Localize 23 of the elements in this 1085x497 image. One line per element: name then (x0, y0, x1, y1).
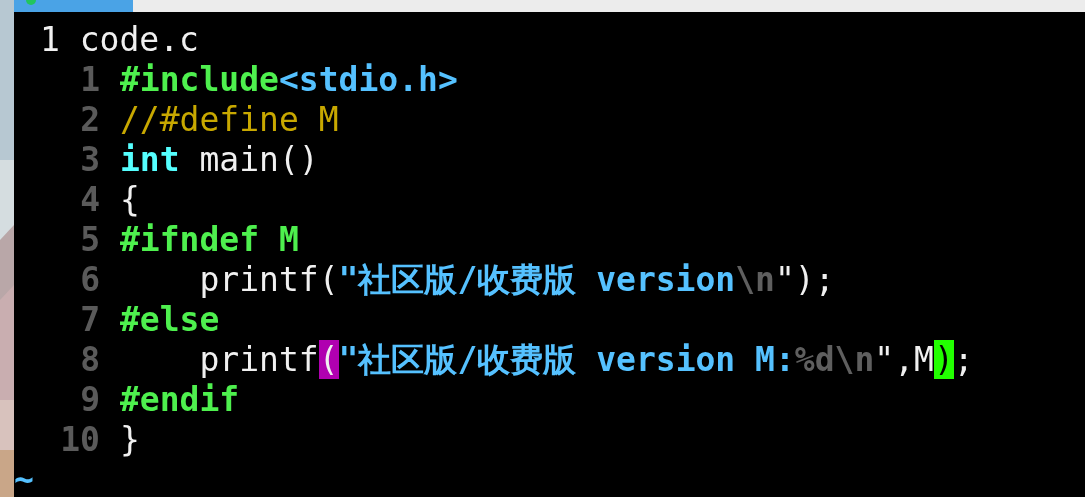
code-line: #include<stdio.h> (120, 60, 458, 100)
line-number: 2 (79, 100, 100, 140)
line-number: 1 (79, 60, 100, 100)
code-line: #else (120, 300, 220, 340)
line-number: 3 (79, 140, 100, 180)
code-line: printf("社区版/收费版 version\n"); (198, 260, 835, 300)
line-number: 6 (79, 260, 100, 300)
filler-line: ~ (14, 460, 34, 497)
code-line: } (120, 420, 140, 460)
code-line: { (120, 180, 140, 220)
line-number: 4 (79, 180, 100, 220)
line-number: 7 (79, 300, 100, 340)
code-line: printf("社区版/收费版 version M:%d\n",M); (198, 340, 974, 380)
code-line: #endif (120, 380, 240, 420)
code-line: int main() (120, 140, 319, 180)
line-number: 9 (79, 380, 100, 420)
line-number: 5 (79, 220, 100, 260)
line-number: 8 (79, 340, 100, 380)
code-line: //#define M (120, 100, 339, 140)
terminal-tab[interactable] (14, 0, 133, 12)
line-number: 10 (59, 420, 100, 460)
code-line: #ifndef M (120, 220, 299, 260)
buffer-title: 1 code.c (40, 20, 199, 60)
